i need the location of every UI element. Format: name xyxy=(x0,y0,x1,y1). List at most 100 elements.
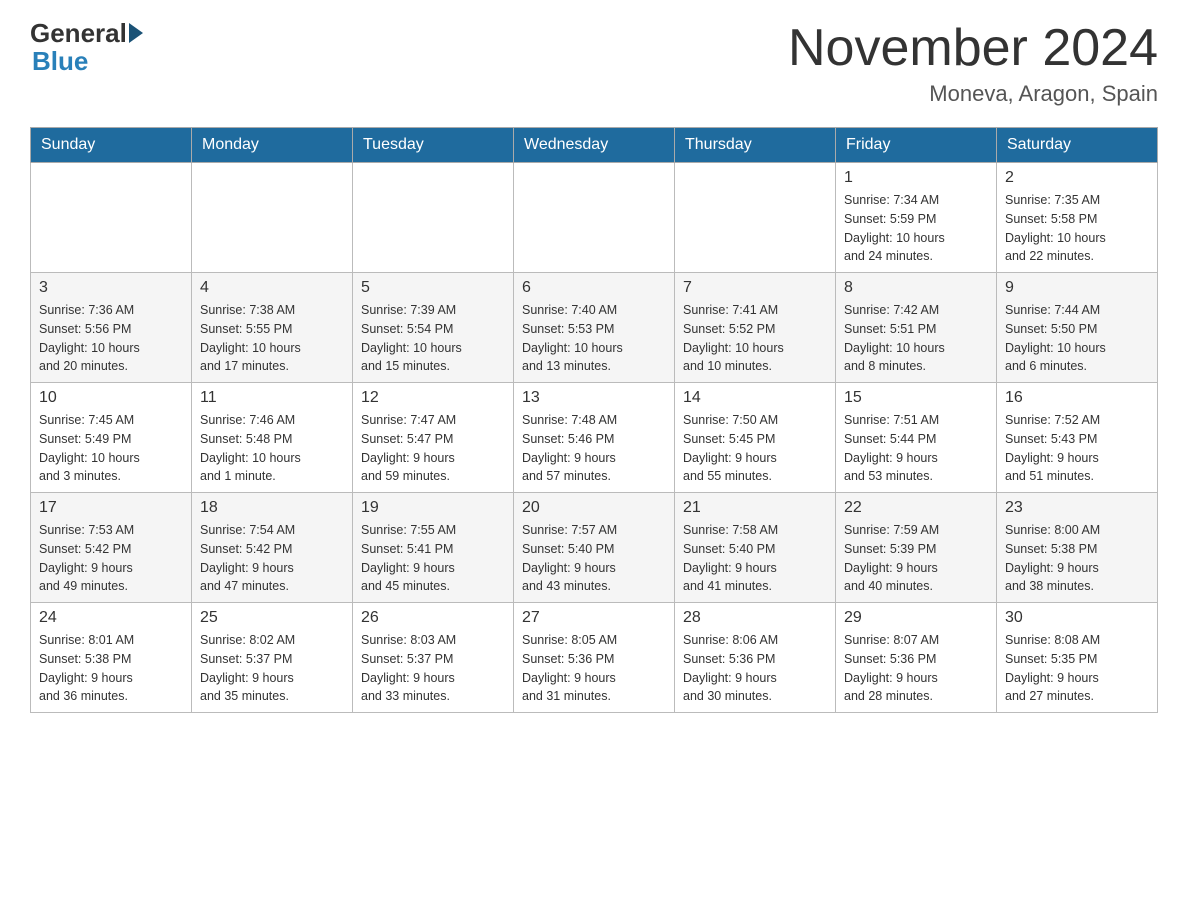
day-number: 5 xyxy=(361,279,505,297)
weekday-row: SundayMondayTuesdayWednesdayThursdayFrid… xyxy=(31,128,1158,163)
calendar-cell: 20Sunrise: 7:57 AMSunset: 5:40 PMDayligh… xyxy=(514,493,675,603)
day-info: Sunrise: 7:40 AMSunset: 5:53 PMDaylight:… xyxy=(522,301,666,376)
calendar-cell xyxy=(675,163,836,273)
day-info: Sunrise: 8:05 AMSunset: 5:36 PMDaylight:… xyxy=(522,631,666,706)
day-info: Sunrise: 7:35 AMSunset: 5:58 PMDaylight:… xyxy=(1005,191,1149,266)
day-number: 12 xyxy=(361,389,505,407)
day-info: Sunrise: 7:46 AMSunset: 5:48 PMDaylight:… xyxy=(200,411,344,486)
day-info: Sunrise: 8:02 AMSunset: 5:37 PMDaylight:… xyxy=(200,631,344,706)
day-number: 30 xyxy=(1005,609,1149,627)
day-info: Sunrise: 7:58 AMSunset: 5:40 PMDaylight:… xyxy=(683,521,827,596)
calendar-cell: 27 Sunrise: 8:05 AMSunset: 5:36 PMDayligh… xyxy=(514,603,675,713)
calendar-cell: 12 Sunrise: 7:47 AMSunset: 5:47 PMDayligh… xyxy=(353,383,514,493)
day-number: 6 xyxy=(522,279,666,297)
day-info: Sunrise: 7:54 AMSunset: 5:42 PMDaylight:… xyxy=(200,521,344,596)
calendar-cell: 29Sunrise: 8:07 AMSunset: 5:36 PMDayligh… xyxy=(836,603,997,713)
weekday-header-thursday: Thursday xyxy=(675,128,836,163)
calendar-cell xyxy=(514,163,675,273)
calendar-cell: 28 Sunrise: 8:06 AMSunset: 5:36 PMDayligh… xyxy=(675,603,836,713)
calendar-cell: 14 Sunrise: 7:50 AMSunset: 5:45 PMDayligh… xyxy=(675,383,836,493)
calendar-cell: 19 Sunrise: 7:55 AMSunset: 5:41 PMDayligh… xyxy=(353,493,514,603)
calendar-cell: 13 Sunrise: 7:48 AMSunset: 5:46 PMDayligh… xyxy=(514,383,675,493)
day-info: Sunrise: 7:51 AMSunset: 5:44 PMDaylight:… xyxy=(844,411,988,486)
weekday-header-saturday: Saturday xyxy=(997,128,1158,163)
day-number: 13 xyxy=(522,389,666,407)
weekday-header-friday: Friday xyxy=(836,128,997,163)
weekday-header-monday: Monday xyxy=(192,128,353,163)
day-number: 25 xyxy=(200,609,344,627)
day-number: 11 xyxy=(200,389,344,407)
calendar-cell: 6 Sunrise: 7:40 AMSunset: 5:53 PMDaylight… xyxy=(514,273,675,383)
day-number: 23 xyxy=(1005,499,1149,517)
logo-top: General xyxy=(30,20,143,46)
day-info: Sunrise: 7:34 AMSunset: 5:59 PMDaylight:… xyxy=(844,191,988,266)
day-number: 7 xyxy=(683,279,827,297)
weekday-header-sunday: Sunday xyxy=(31,128,192,163)
day-info: Sunrise: 8:03 AMSunset: 5:37 PMDaylight:… xyxy=(361,631,505,706)
calendar-cell xyxy=(31,163,192,273)
calendar-cell: 4Sunrise: 7:38 AMSunset: 5:55 PMDaylight… xyxy=(192,273,353,383)
day-number: 3 xyxy=(39,279,183,297)
day-number: 18 xyxy=(200,499,344,517)
logo-blue: Blue xyxy=(32,46,88,77)
day-number: 24 xyxy=(39,609,183,627)
calendar-body: 1Sunrise: 7:34 AMSunset: 5:59 PMDaylight… xyxy=(31,163,1158,713)
calendar-cell xyxy=(192,163,353,273)
day-number: 9 xyxy=(1005,279,1149,297)
weekday-header-tuesday: Tuesday xyxy=(353,128,514,163)
day-info: Sunrise: 7:57 AMSunset: 5:40 PMDaylight:… xyxy=(522,521,666,596)
calendar-cell: 30Sunrise: 8:08 AMSunset: 5:35 PMDayligh… xyxy=(997,603,1158,713)
day-number: 22 xyxy=(844,499,988,517)
calendar-week-4: 17Sunrise: 7:53 AMSunset: 5:42 PMDayligh… xyxy=(31,493,1158,603)
calendar-cell: 17Sunrise: 7:53 AMSunset: 5:42 PMDayligh… xyxy=(31,493,192,603)
calendar-header: SundayMondayTuesdayWednesdayThursdayFrid… xyxy=(31,128,1158,163)
day-number: 16 xyxy=(1005,389,1149,407)
day-info: Sunrise: 8:00 AMSunset: 5:38 PMDaylight:… xyxy=(1005,521,1149,596)
day-info: Sunrise: 7:38 AMSunset: 5:55 PMDaylight:… xyxy=(200,301,344,376)
calendar-cell: 2Sunrise: 7:35 AMSunset: 5:58 PMDaylight… xyxy=(997,163,1158,273)
day-info: Sunrise: 7:48 AMSunset: 5:46 PMDaylight:… xyxy=(522,411,666,486)
calendar-cell: 22Sunrise: 7:59 AMSunset: 5:39 PMDayligh… xyxy=(836,493,997,603)
day-info: Sunrise: 8:06 AMSunset: 5:36 PMDaylight:… xyxy=(683,631,827,706)
day-info: Sunrise: 7:41 AMSunset: 5:52 PMDaylight:… xyxy=(683,301,827,376)
day-info: Sunrise: 7:44 AMSunset: 5:50 PMDaylight:… xyxy=(1005,301,1149,376)
calendar-cell: 23 Sunrise: 8:00 AMSunset: 5:38 PMDayligh… xyxy=(997,493,1158,603)
logo: General Blue xyxy=(30,20,143,77)
calendar: SundayMondayTuesdayWednesdayThursdayFrid… xyxy=(30,127,1158,713)
day-number: 15 xyxy=(844,389,988,407)
day-number: 14 xyxy=(683,389,827,407)
calendar-cell: 24 Sunrise: 8:01 AMSunset: 5:38 PMDayligh… xyxy=(31,603,192,713)
title-block: November 2024 Moneva, Aragon, Spain xyxy=(788,20,1158,107)
day-number: 28 xyxy=(683,609,827,627)
calendar-cell: 11 Sunrise: 7:46 AMSunset: 5:48 PMDayligh… xyxy=(192,383,353,493)
calendar-week-2: 3 Sunrise: 7:36 AMSunset: 5:56 PMDaylight… xyxy=(31,273,1158,383)
logo-arrow-icon xyxy=(129,23,143,43)
day-info: Sunrise: 7:50 AMSunset: 5:45 PMDaylight:… xyxy=(683,411,827,486)
day-info: Sunrise: 7:47 AMSunset: 5:47 PMDaylight:… xyxy=(361,411,505,486)
calendar-cell: 25 Sunrise: 8:02 AMSunset: 5:37 PMDayligh… xyxy=(192,603,353,713)
calendar-cell: 1Sunrise: 7:34 AMSunset: 5:59 PMDaylight… xyxy=(836,163,997,273)
day-info: Sunrise: 8:07 AMSunset: 5:36 PMDaylight:… xyxy=(844,631,988,706)
calendar-cell: 16Sunrise: 7:52 AMSunset: 5:43 PMDayligh… xyxy=(997,383,1158,493)
day-info: Sunrise: 7:39 AMSunset: 5:54 PMDaylight:… xyxy=(361,301,505,376)
calendar-cell: 18 Sunrise: 7:54 AMSunset: 5:42 PMDayligh… xyxy=(192,493,353,603)
logo-general: General xyxy=(30,20,127,46)
calendar-cell: 3 Sunrise: 7:36 AMSunset: 5:56 PMDaylight… xyxy=(31,273,192,383)
day-number: 8 xyxy=(844,279,988,297)
calendar-week-5: 24 Sunrise: 8:01 AMSunset: 5:38 PMDayligh… xyxy=(31,603,1158,713)
day-number: 10 xyxy=(39,389,183,407)
day-number: 19 xyxy=(361,499,505,517)
day-info: Sunrise: 7:42 AMSunset: 5:51 PMDaylight:… xyxy=(844,301,988,376)
calendar-cell: 5 Sunrise: 7:39 AMSunset: 5:54 PMDaylight… xyxy=(353,273,514,383)
day-info: Sunrise: 8:01 AMSunset: 5:38 PMDaylight:… xyxy=(39,631,183,706)
calendar-cell: 21Sunrise: 7:58 AMSunset: 5:40 PMDayligh… xyxy=(675,493,836,603)
calendar-cell: 9 Sunrise: 7:44 AMSunset: 5:50 PMDaylight… xyxy=(997,273,1158,383)
calendar-cell xyxy=(353,163,514,273)
day-number: 27 xyxy=(522,609,666,627)
calendar-week-3: 10Sunrise: 7:45 AMSunset: 5:49 PMDayligh… xyxy=(31,383,1158,493)
day-info: Sunrise: 7:36 AMSunset: 5:56 PMDaylight:… xyxy=(39,301,183,376)
location: Moneva, Aragon, Spain xyxy=(788,81,1158,107)
calendar-cell: 7 Sunrise: 7:41 AMSunset: 5:52 PMDaylight… xyxy=(675,273,836,383)
day-info: Sunrise: 7:55 AMSunset: 5:41 PMDaylight:… xyxy=(361,521,505,596)
day-number: 26 xyxy=(361,609,505,627)
